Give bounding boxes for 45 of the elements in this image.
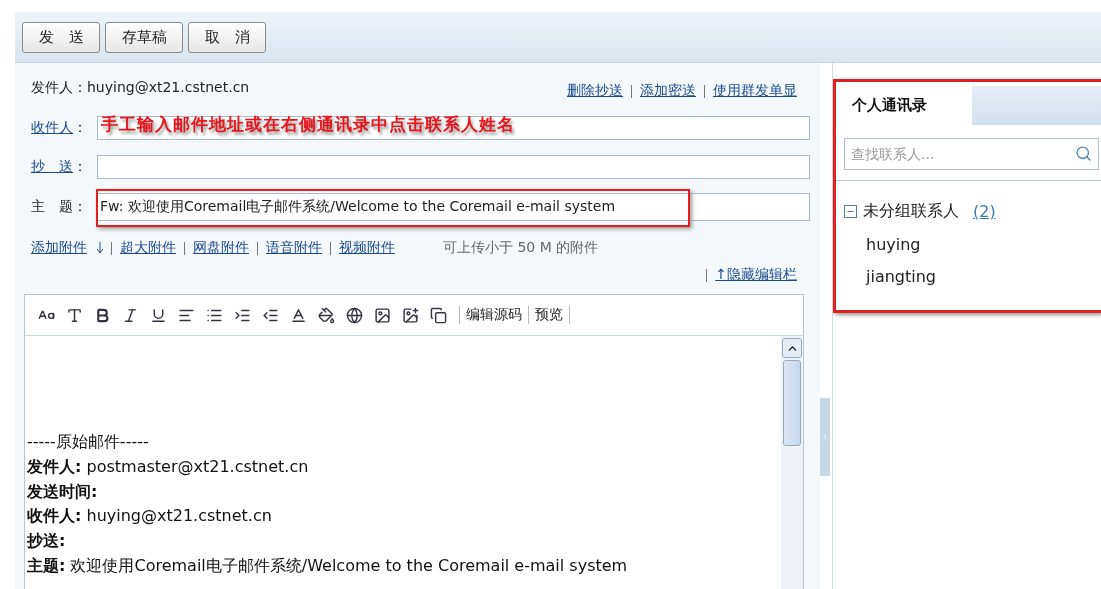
toolbar-button[interactable]: 发 送 <box>22 21 100 53</box>
input-field[interactable] <box>97 155 810 179</box>
contact-item[interactable]: jiangting <box>866 267 1101 286</box>
label-colon: ： <box>73 198 87 216</box>
search-icon[interactable] <box>1075 145 1092 162</box>
search-field[interactable]: 查找联系人... <box>844 138 1099 170</box>
group-name[interactable]: 未分组联系人 <box>863 201 959 222</box>
attachment-link[interactable]: 网盘附件 <box>193 239 249 257</box>
annotation-text: 手工输入邮件地址或在右侧通讯录中点击联系人姓名 <box>101 113 515 136</box>
hide-editor-link[interactable]: ↑隐藏编辑栏 <box>715 266 797 284</box>
attachment-link[interactable]: 视频附件 <box>339 239 395 257</box>
toolbar-button[interactable]: 取 消 <box>188 21 266 53</box>
sender-line: 发件人：huying@xt21.cstnet.cn <box>31 79 250 97</box>
toolbar-button[interactable]: 存草稿 <box>105 21 183 53</box>
contacts-tab[interactable]: 个人通讯录 <box>840 86 972 125</box>
collapse-handle[interactable] <box>820 398 830 476</box>
scrollbar-thumb[interactable] <box>783 360 801 446</box>
label-colon: ： <box>73 119 87 137</box>
arrow-down-icon[interactable] <box>97 242 103 254</box>
collapse-toggle-icon[interactable] <box>844 205 857 218</box>
attachment-link[interactable]: 语音附件 <box>266 239 322 257</box>
label-colon: ： <box>73 158 87 176</box>
input-field[interactable]: Fw: 欢迎使用Coremail电子邮件系统/Welcome to the Coremail e-mail system <box>97 193 810 221</box>
attachment-link[interactable]: 超大附件 <box>120 239 176 257</box>
message-body[interactable]: -----原始邮件----- 发件人: postmaster@xt21.cstnet.cn 发送时间: 收件人: huying@xt21.cstnet.cn 抄送: 主题: 欢迎使用Coremail电子邮件系统/Welcome to the Coremail e-mail system <box>25 336 781 589</box>
editor-text-button[interactable]: 预览 <box>528 306 570 324</box>
option-link[interactable]: 添加密送 <box>640 82 696 100</box>
option-link[interactable]: 删除抄送 <box>567 82 623 100</box>
body-line: 发件人: postmaster@xt21.cstnet.cn <box>27 455 310 478</box>
editor-text-button[interactable]: 编辑源码 <box>459 306 529 324</box>
attachment-note: 可上传小于 50 M 的附件 <box>443 239 599 257</box>
option-link[interactable]: 使用群发单显 <box>713 82 797 100</box>
field-label-link[interactable]: 抄 送 <box>31 158 73 176</box>
body-line: 抄送: <box>27 530 67 553</box>
body-line: -----原始邮件----- <box>27 431 150 453</box>
input-field[interactable] <box>97 116 810 140</box>
contact-item[interactable]: huying <box>866 235 1101 254</box>
body-line: 收件人: huying@xt21.cstnet.cn <box>27 505 273 528</box>
attachment-link[interactable]: 添加附件 <box>31 239 87 257</box>
body-line: 主题: 欢迎使用Coremail电子邮件系统/Welcome to the Coremail e-mail system <box>27 555 629 577</box>
scroll-up-button[interactable] <box>782 338 802 358</box>
field-label-link[interactable]: 收件人 <box>31 119 73 137</box>
field-label: 主 题 <box>31 198 73 216</box>
body-line: 发送时间: <box>27 480 99 503</box>
group-count[interactable]: (2) <box>973 202 996 221</box>
